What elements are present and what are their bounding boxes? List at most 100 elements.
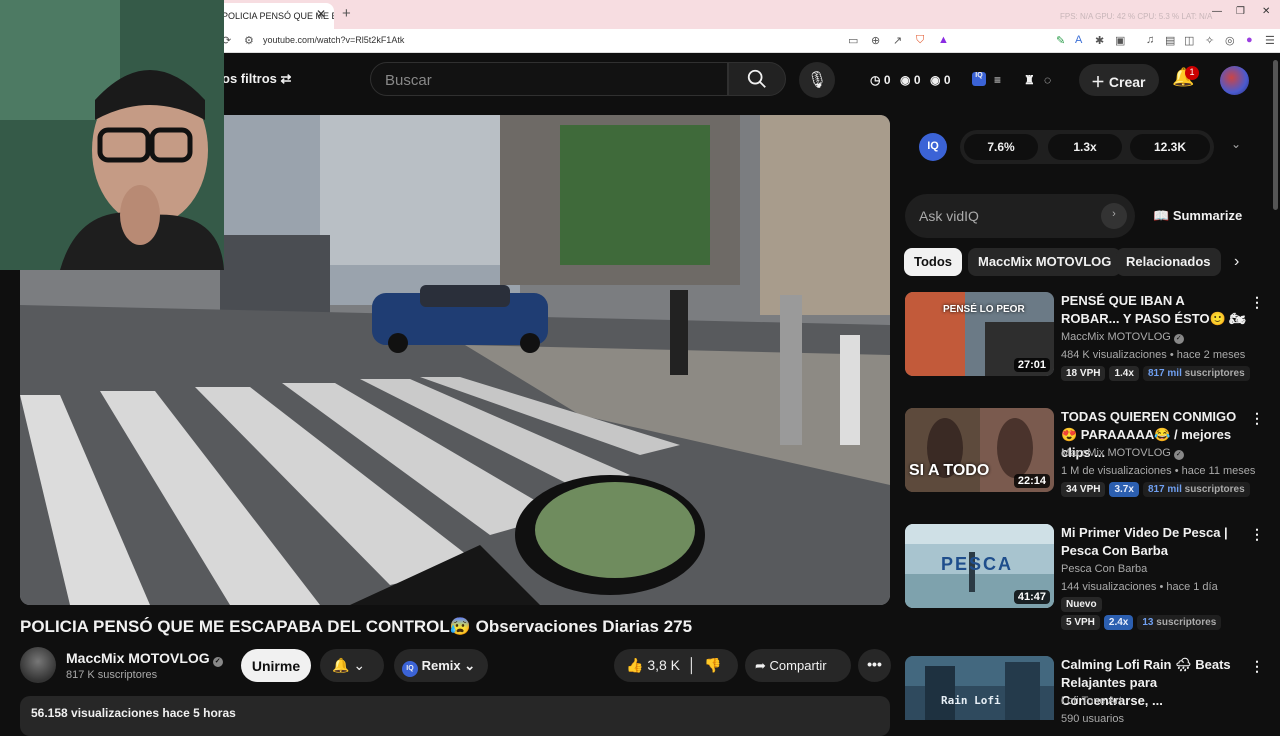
create-button[interactable]: ＋ Crear: [1079, 64, 1159, 96]
leo-icon[interactable]: ●: [1246, 34, 1253, 46]
bell-outline-icon: 🔔: [332, 657, 350, 673]
search-button[interactable]: [728, 62, 786, 96]
minimize-icon[interactable]: —: [1212, 6, 1222, 17]
verified-icon: ✓: [212, 657, 223, 667]
more-vert-icon[interactable]: ⋮: [1250, 294, 1264, 311]
site-info-icon[interactable]: ⚙: [244, 34, 254, 47]
rec-meta: 484 K visualizaciones • hace 2 meses: [1061, 349, 1246, 361]
thumbs-down-icon[interactable]: 👎: [704, 657, 721, 673]
video-thumbnail[interactable]: PENSÉ LO PEOR 27:01: [905, 292, 1054, 376]
list-item[interactable]: PENSÉ LO PEOR 27:01 PENSÉ QUE IBAN A ROB…: [905, 292, 1265, 392]
trophy-icon[interactable]: ♜: [1024, 73, 1035, 87]
list-icon[interactable]: ≡: [994, 73, 1001, 87]
scrollbar[interactable]: [1273, 60, 1278, 210]
video-thumbnail[interactable]: Rain Lofi: [905, 656, 1054, 720]
chevron-right-icon[interactable]: ›: [1234, 253, 1239, 271]
rewards-icon[interactable]: ▲: [938, 34, 949, 46]
filters-button[interactable]: os filtros ⇄: [222, 71, 291, 87]
wallet-icon[interactable]: ✧: [1205, 34, 1214, 47]
share-button[interactable]: ➦ Compartir: [745, 649, 851, 682]
remix-label: Remix: [421, 658, 461, 673]
vidiq-logo[interactable]: IQ: [919, 133, 947, 161]
sliders-icon: ⇄: [280, 71, 292, 86]
chip-related[interactable]: Relacionados: [1116, 248, 1221, 276]
rec-meta: 1 M de visualizaciones • hace 11 meses: [1061, 465, 1256, 477]
vidiq-logo-icon: IQ: [402, 661, 418, 677]
window-close-icon[interactable]: ✕: [1262, 6, 1270, 17]
extension-icon[interactable]: ✎: [1056, 34, 1065, 47]
mic-icon[interactable]: 🎙: [799, 62, 835, 98]
chip-channel[interactable]: MaccMix MOTOVLOG: [968, 248, 1122, 276]
chevron-right-icon[interactable]: ›: [1101, 203, 1127, 229]
join-button[interactable]: Unirme: [241, 649, 311, 682]
list-item[interactable]: SI A TODO 22:14 TODAS QUIEREN CONMIGO😍 P…: [905, 408, 1265, 508]
duration-badge: 22:14: [1013, 474, 1050, 488]
chevron-down-icon: ⌄: [464, 658, 476, 673]
notification-toggle[interactable]: 🔔 ⌄: [320, 649, 384, 682]
more-vert-icon[interactable]: ⋮: [1250, 526, 1264, 543]
description-box[interactable]: 56.158 visualizaciones hace 5 horas: [20, 696, 890, 736]
watch-stat: ◉ 0: [930, 73, 951, 87]
multiplier-badge: 2.4x: [1103, 615, 1134, 630]
maximize-icon[interactable]: ❐: [1236, 6, 1245, 17]
perf-overlay: FPS: N/A GPU: 42 % CPU: 5.3 % LAT: N/A: [1060, 12, 1213, 21]
thumbs-up-icon: 👍: [626, 657, 644, 673]
avatar[interactable]: [1220, 66, 1249, 95]
remix-button[interactable]: IQ Remix ⌄: [394, 649, 488, 682]
brave-shield-icon[interactable]: ⛉: [916, 34, 924, 47]
close-icon[interactable]: ✕: [316, 7, 326, 21]
new-badge: Nuevo: [1061, 597, 1106, 612]
chevron-down-icon[interactable]: ⌄: [1231, 137, 1241, 151]
search-input[interactable]: Buscar: [370, 62, 728, 96]
vph-badge: 34 VPH: [1061, 482, 1106, 497]
channel-name[interactable]: MaccMix MOTOVLOG ✓: [66, 650, 223, 667]
share-page-icon[interactable]: ↗: [893, 34, 902, 47]
channel-avatar[interactable]: [20, 647, 56, 683]
vph-badge: 5 VPH: [1061, 615, 1100, 630]
more-vert-icon[interactable]: ⋮: [1250, 658, 1264, 675]
sidebar-icon[interactable]: ◫: [1184, 34, 1194, 47]
rec-badges: 5 VPH 2.4x 13 suscriptores: [1061, 615, 1225, 630]
more-actions-icon[interactable]: •••: [858, 649, 891, 682]
thumbnail-text: SI A TODO: [909, 462, 990, 479]
zoom-icon[interactable]: ⊕: [871, 34, 880, 47]
vidiq-icon[interactable]: IQ: [972, 72, 986, 86]
video-thumbnail[interactable]: PESCA 41:47: [905, 524, 1054, 608]
subs-badge: 13 suscriptores: [1137, 615, 1222, 630]
thumbnail-image: [905, 656, 1054, 720]
new-tab-icon[interactable]: +: [342, 5, 351, 22]
list-item[interactable]: PESCA 41:47 Mi Primer Video De Pesca | P…: [905, 524, 1265, 634]
install-icon[interactable]: ▭: [848, 34, 858, 47]
views-stat: ◉ 0: [900, 73, 921, 87]
list-item[interactable]: Rain Lofi Calming Lofi Rain 🌧 Beats Rela…: [905, 656, 1265, 725]
music-icon[interactable]: ♫: [1146, 34, 1154, 46]
video-thumbnail[interactable]: SI A TODO 22:14: [905, 408, 1054, 492]
rec-channel: MaccMix MOTOVLOG ✓: [1061, 447, 1184, 460]
thumbnail-text: Rain Lofi: [941, 694, 1001, 707]
puzzle-icon[interactable]: ✱: [1095, 34, 1104, 47]
share-icon: ➦: [755, 658, 766, 673]
subs-badge: 817 mil suscriptores: [1142, 366, 1250, 381]
reading-list-icon[interactable]: ▤: [1165, 34, 1175, 47]
share-label: Compartir: [769, 658, 827, 673]
chip-all[interactable]: Todos: [904, 248, 963, 276]
chat-icon[interactable]: ◌: [1044, 73, 1051, 87]
chevron-down-icon: ⌄: [353, 657, 366, 673]
book-icon: 📖: [1153, 208, 1170, 223]
url-field[interactable]: youtube.com/watch?v=Rl5t2kF1Atk: [263, 35, 404, 45]
multiplier-badge: 3.7x: [1109, 482, 1139, 497]
clock-stat: ◷ 0: [870, 73, 891, 87]
rec-meta: 144 visualizaciones • hace 1 día: [1061, 581, 1218, 593]
rec-channel: MaccMix MOTOVLOG ✓: [1061, 331, 1184, 344]
tab-icon[interactable]: ▣: [1115, 34, 1125, 47]
more-vert-icon[interactable]: ⋮: [1250, 410, 1264, 427]
vph-badge: 18 VPH: [1061, 366, 1106, 381]
summarize-label: Summarize: [1172, 208, 1243, 223]
like-button[interactable]: 👍 3,8 K │ 👎: [614, 649, 738, 682]
vpn-icon[interactable]: ◎: [1225, 34, 1235, 47]
subs-badge: 817 mil suscriptores: [1142, 482, 1250, 497]
translate-icon[interactable]: A: [1075, 34, 1082, 46]
summarize-button[interactable]: 📖 Summarize: [1153, 208, 1242, 224]
menu-icon[interactable]: ☰: [1265, 34, 1275, 47]
thumbnail-text: PENSÉ LO PEOR: [943, 304, 1025, 315]
